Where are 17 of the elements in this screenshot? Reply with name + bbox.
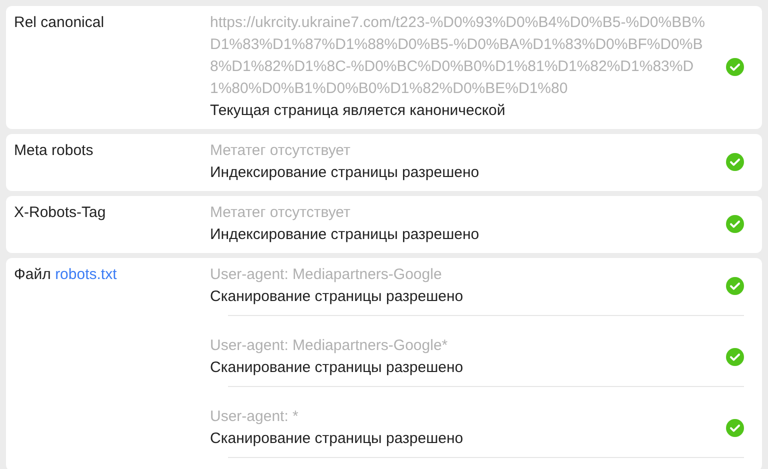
result-text: Текущая страница является канонической bbox=[210, 101, 506, 121]
section-label: Rel canonical bbox=[14, 14, 104, 31]
result-text: Сканирование страницы разрешено bbox=[210, 287, 464, 307]
section-label: Meta robots bbox=[14, 142, 94, 159]
detail-text: https://ukrcity.ukraine7.com/t223-%D0%93%D0%B4%D0%B5-%D0%BB%D1%83%D1%87%D1%88%D0%B5-%D0%BA%D1%83%D0%BF%D0%B8%D1%82%D1%8C-%D0%BC%D0%B0%D1%81%D1%82%D1%83%D1%80%D0%B1%D0%B0%D1%82%D0%BE%D1%80 bbox=[210, 13, 706, 99]
detail-text: User-agent: Mediapartners-Google bbox=[210, 265, 443, 285]
detail-text: User-agent: * bbox=[210, 407, 300, 427]
robots-link[interactable]: robots.txt bbox=[55, 266, 117, 283]
detail-text: User-agent: Mediapartners-Google* bbox=[210, 336, 449, 356]
result-text: Индексирование страницы разрешено bbox=[210, 225, 480, 245]
result-text: Сканирование страницы разрешено bbox=[210, 358, 464, 378]
detail-text: Метатег отсутствует bbox=[210, 141, 352, 161]
result-text: Сканирование страницы разрешено bbox=[210, 429, 464, 449]
result-text: Индексирование страницы разрешено bbox=[210, 163, 480, 183]
detail-text: Метатег отсутствует bbox=[210, 203, 352, 223]
section-label: X-Robots-Tag bbox=[14, 204, 106, 221]
section-label: Файл bbox=[14, 266, 51, 283]
